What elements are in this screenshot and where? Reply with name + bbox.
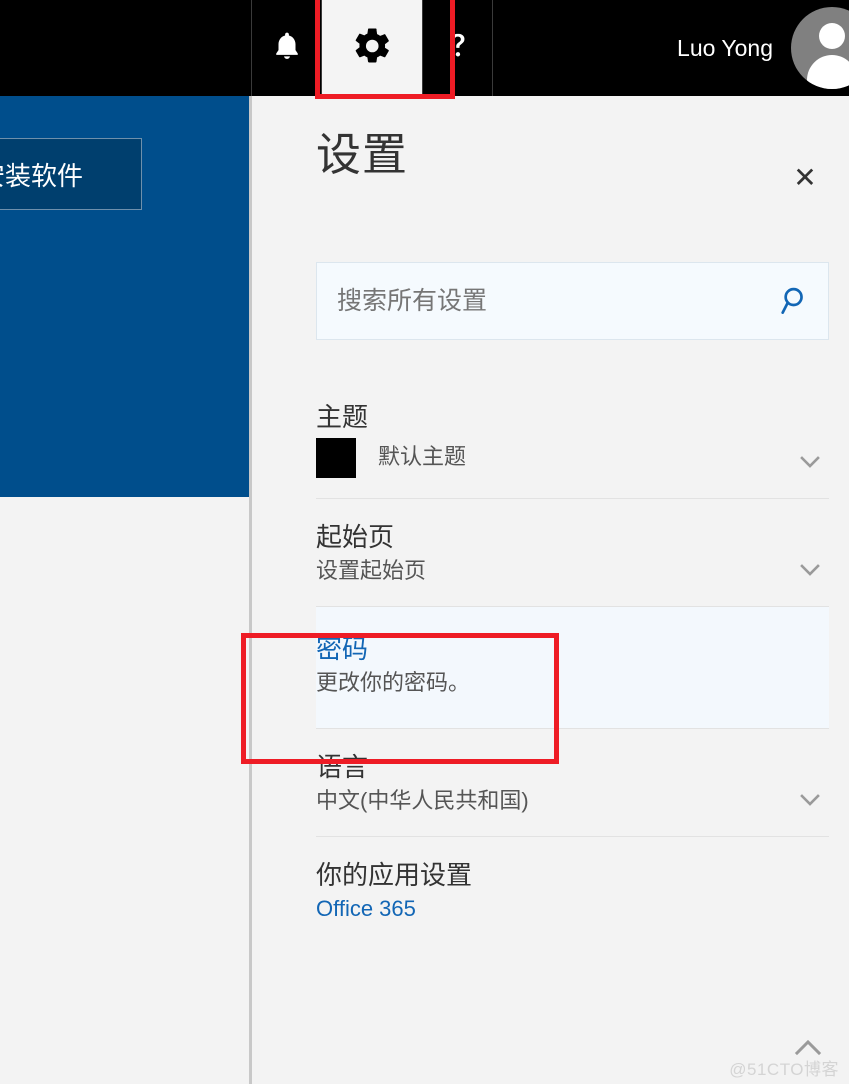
avatar[interactable] bbox=[791, 7, 849, 89]
gear-icon bbox=[351, 25, 393, 72]
setting-subtitle: 设置起始页 bbox=[316, 558, 427, 583]
setting-title: 你的应用设置 bbox=[316, 859, 473, 890]
setting-subtitle: 默认主题 bbox=[378, 444, 467, 470]
search-icon[interactable] bbox=[764, 263, 828, 339]
install-software-button[interactable]: 安装软件 bbox=[0, 138, 142, 210]
background-app-region: 安装软件 bbox=[0, 96, 249, 1084]
page-title: 设置 bbox=[316, 129, 409, 180]
avatar-head bbox=[819, 23, 845, 49]
office365-link[interactable]: Office 365 bbox=[316, 895, 829, 924]
background-blue-panel: 安装软件 bbox=[0, 96, 249, 497]
setting-subtitle: 中文(中华人民共和国) bbox=[316, 788, 529, 814]
suite-bar-left-padding bbox=[0, 0, 251, 96]
setting-row-password[interactable]: 密码 更改你的密码。 bbox=[316, 605, 829, 728]
settings-header: 设置 ✕ bbox=[252, 96, 849, 216]
suite-bar: Luo Yong bbox=[0, 0, 849, 96]
close-icon[interactable]: ✕ bbox=[785, 158, 825, 198]
setting-title: 主题 bbox=[316, 402, 369, 432]
setting-row-your-app-settings: 你的应用设置 Office 365 bbox=[316, 835, 829, 944]
setting-title[interactable]: 密码 bbox=[316, 633, 829, 666]
chevron-down-icon[interactable] bbox=[795, 790, 825, 810]
chevron-down-icon[interactable] bbox=[795, 560, 825, 580]
notifications-button[interactable] bbox=[252, 0, 321, 96]
setting-row-theme[interactable]: 主题 默认主题 bbox=[316, 379, 829, 498]
settings-button[interactable] bbox=[322, 0, 422, 96]
chevron-down-icon[interactable] bbox=[795, 452, 825, 472]
theme-color-swatch bbox=[316, 437, 356, 478]
setting-row-language[interactable]: 语言 中文(中华人民共和国) bbox=[316, 727, 829, 836]
suite-bar-spacer bbox=[493, 0, 678, 96]
setting-title: 语言 bbox=[316, 751, 369, 782]
bell-icon bbox=[270, 27, 304, 70]
theme-current-value: 默认主题 bbox=[316, 437, 829, 478]
settings-options-list: 主题 默认主题 起始页 设置起始页 密码 更改你的密码。 语言 中文(中华人民共… bbox=[316, 379, 829, 944]
setting-subtitle: 更改你的密码。 bbox=[316, 670, 471, 696]
user-name-label[interactable]: Luo Yong bbox=[677, 0, 791, 96]
watermark-label: @51CTO博客 bbox=[729, 1060, 839, 1079]
help-icon bbox=[443, 26, 473, 71]
avatar-body bbox=[807, 55, 849, 89]
help-button[interactable] bbox=[423, 0, 492, 96]
search-input[interactable] bbox=[317, 285, 764, 317]
settings-search-box[interactable] bbox=[316, 262, 829, 340]
setting-title: 起始页 bbox=[316, 521, 395, 552]
setting-row-start-page[interactable]: 起始页 设置起始页 bbox=[316, 497, 829, 606]
settings-flyout-panel: 设置 ✕ 主题 默认主题 起始页 bbox=[252, 96, 849, 1084]
